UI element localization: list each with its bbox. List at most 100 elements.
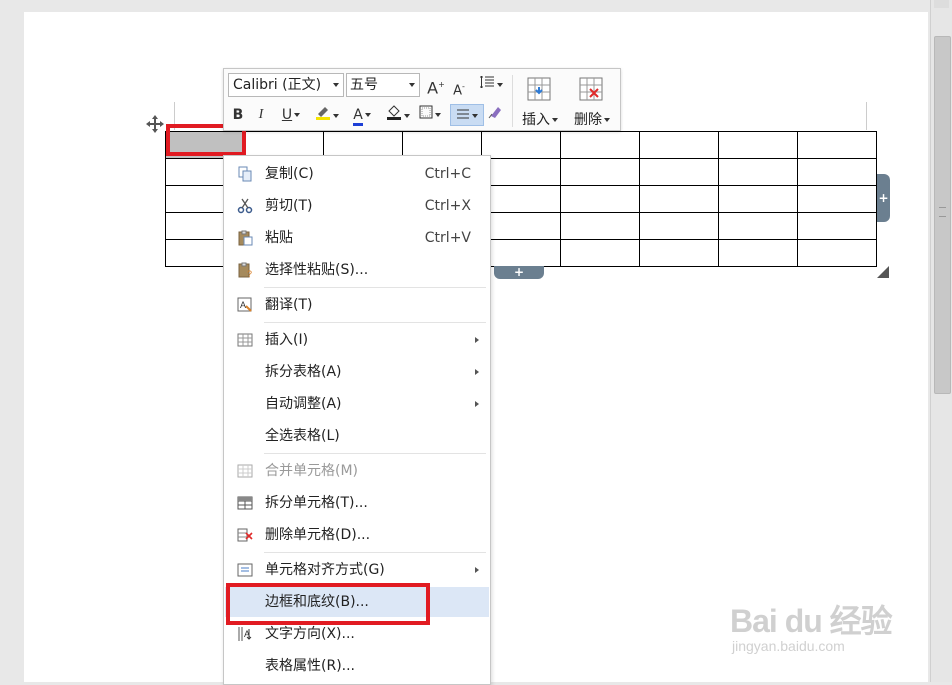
split-cells-icon <box>237 496 253 510</box>
table-cell[interactable] <box>481 131 561 159</box>
menu-item-shortcut: Ctrl+V <box>424 230 471 246</box>
table-cell[interactable] <box>639 239 719 267</box>
menu-item-paste[interactable]: 粘贴 Ctrl+V <box>225 223 489 253</box>
menu-item-table-properties[interactable]: 表格属性(R)... <box>225 651 489 681</box>
menu-item-label: 表格属性(R)... <box>265 658 356 674</box>
table-cell[interactable] <box>797 158 877 186</box>
table-cell[interactable] <box>481 158 561 186</box>
table-cell[interactable] <box>560 131 640 159</box>
menu-item-merge-cells[interactable]: 合并单元格(M) <box>225 456 489 486</box>
menu-separator <box>264 322 486 323</box>
table-cell[interactable] <box>797 239 877 267</box>
bold-button[interactable]: B <box>230 104 246 126</box>
delete-table-button[interactable]: 删除 <box>568 73 616 129</box>
borders-button[interactable] <box>418 104 442 126</box>
italic-button[interactable]: I <box>254 104 268 126</box>
font-size-select[interactable]: 五号 <box>346 73 420 97</box>
table-cell[interactable] <box>797 212 877 240</box>
menu-item-paste-special[interactable]: ? 选择性粘贴(S)... <box>225 255 489 285</box>
translate-icon: A <box>237 297 252 312</box>
menu-item-insert[interactable]: 插入(I) <box>225 325 489 355</box>
table-cell[interactable] <box>481 185 561 213</box>
table-cell[interactable] <box>560 158 640 186</box>
menu-item-label: 拆分单元格(T)... <box>265 495 368 511</box>
underline-button[interactable]: U <box>278 104 304 126</box>
menu-separator <box>264 552 486 553</box>
align-justify-icon <box>457 109 469 119</box>
table-cell[interactable] <box>718 212 798 240</box>
line-spacing-icon <box>480 76 494 88</box>
table-cell[interactable] <box>639 212 719 240</box>
red-highlight-box-menu <box>226 583 430 625</box>
table-cell[interactable] <box>481 239 561 267</box>
top-strip <box>0 0 952 12</box>
menu-item-label: 翻译(T) <box>265 297 313 313</box>
table-insert-icon <box>527 77 551 101</box>
toolbar-separator <box>512 75 513 127</box>
chevron-down-icon <box>409 83 415 87</box>
table-cell[interactable] <box>639 131 719 159</box>
table-cell[interactable] <box>560 212 640 240</box>
scissors-icon <box>237 198 253 214</box>
menu-item-translate[interactable]: A 翻译(T) <box>225 290 489 320</box>
scroll-up-button[interactable] <box>934 0 949 8</box>
vertical-scrollbar[interactable] <box>930 0 952 682</box>
grow-font-button[interactable]: A+ <box>426 74 446 97</box>
table-cell[interactable] <box>718 239 798 267</box>
menu-item-copy[interactable]: 复制(C) Ctrl+C <box>225 159 489 189</box>
paste-special-icon: ? <box>238 262 252 278</box>
svg-text:?: ? <box>247 269 252 278</box>
menu-item-label: 删除单元格(D)... <box>265 527 371 543</box>
border-icon <box>419 105 433 119</box>
format-painter-button[interactable] <box>486 104 504 126</box>
menu-item-shortcut: Ctrl+C <box>424 166 471 182</box>
merge-cells-icon <box>237 464 253 478</box>
add-column-button[interactable]: + <box>877 174 890 222</box>
table-cell[interactable] <box>481 212 561 240</box>
menu-item-split-cells[interactable]: 拆分单元格(T)... <box>225 488 489 518</box>
submenu-arrow-icon <box>475 337 479 343</box>
menu-item-cell-alignment[interactable]: 单元格对齐方式(G) <box>225 555 489 585</box>
table-cell[interactable] <box>718 131 798 159</box>
underline-label: U <box>281 107 293 123</box>
font-color-icon: A <box>353 107 363 126</box>
svg-text:A: A <box>240 300 246 310</box>
align-button[interactable] <box>450 104 484 126</box>
menu-item-cut[interactable]: 剪切(T) Ctrl+X <box>225 191 489 221</box>
scroll-grip-icon <box>939 207 946 217</box>
menu-separator <box>264 287 486 288</box>
delete-label: 删除 <box>568 109 616 129</box>
shrink-font-button[interactable]: A- <box>450 76 468 98</box>
menu-item-label: 全选表格(L) <box>265 428 340 444</box>
table-cell[interactable] <box>560 239 640 267</box>
table-cell[interactable] <box>718 185 798 213</box>
chevron-down-icon <box>333 83 339 87</box>
table-cell[interactable] <box>797 185 877 213</box>
table-cell[interactable] <box>639 158 719 186</box>
table-cell[interactable] <box>560 185 640 213</box>
scrollbar-thumb[interactable] <box>934 36 951 394</box>
table-move-handle-icon[interactable] <box>145 114 165 134</box>
menu-item-label: 复制(C) <box>265 166 314 182</box>
font-name-select[interactable]: Calibri (正文) <box>228 73 344 97</box>
menu-item-delete-cells[interactable]: 删除单元格(D)... <box>225 520 489 550</box>
font-name-value: Calibri (正文) <box>233 77 322 93</box>
add-row-button[interactable]: + <box>494 266 544 279</box>
table-cell[interactable] <box>797 131 877 159</box>
shading-button[interactable] <box>382 104 414 126</box>
submenu-arrow-icon <box>475 369 479 375</box>
font-color-button[interactable]: A <box>346 104 378 126</box>
table-cell[interactable] <box>718 158 798 186</box>
insert-table-button[interactable]: 插入 <box>516 73 564 129</box>
line-spacing-button[interactable] <box>476 74 506 96</box>
menu-item-label: 粘贴 <box>265 230 293 246</box>
menu-item-autofit[interactable]: 自动调整(A) <box>225 389 489 419</box>
table-cell[interactable] <box>639 185 719 213</box>
paste-icon <box>238 230 253 246</box>
mini-toolbar: Calibri (正文) 五号 A+ A- B I U A 插入 删除 <box>223 68 621 131</box>
insert-label: 插入 <box>516 109 564 129</box>
text-direction-icon: A <box>238 627 252 641</box>
highlight-button[interactable] <box>310 104 344 126</box>
menu-item-split-table[interactable]: 拆分表格(A) <box>225 357 489 387</box>
menu-item-select-table[interactable]: 全选表格(L) <box>225 421 489 451</box>
